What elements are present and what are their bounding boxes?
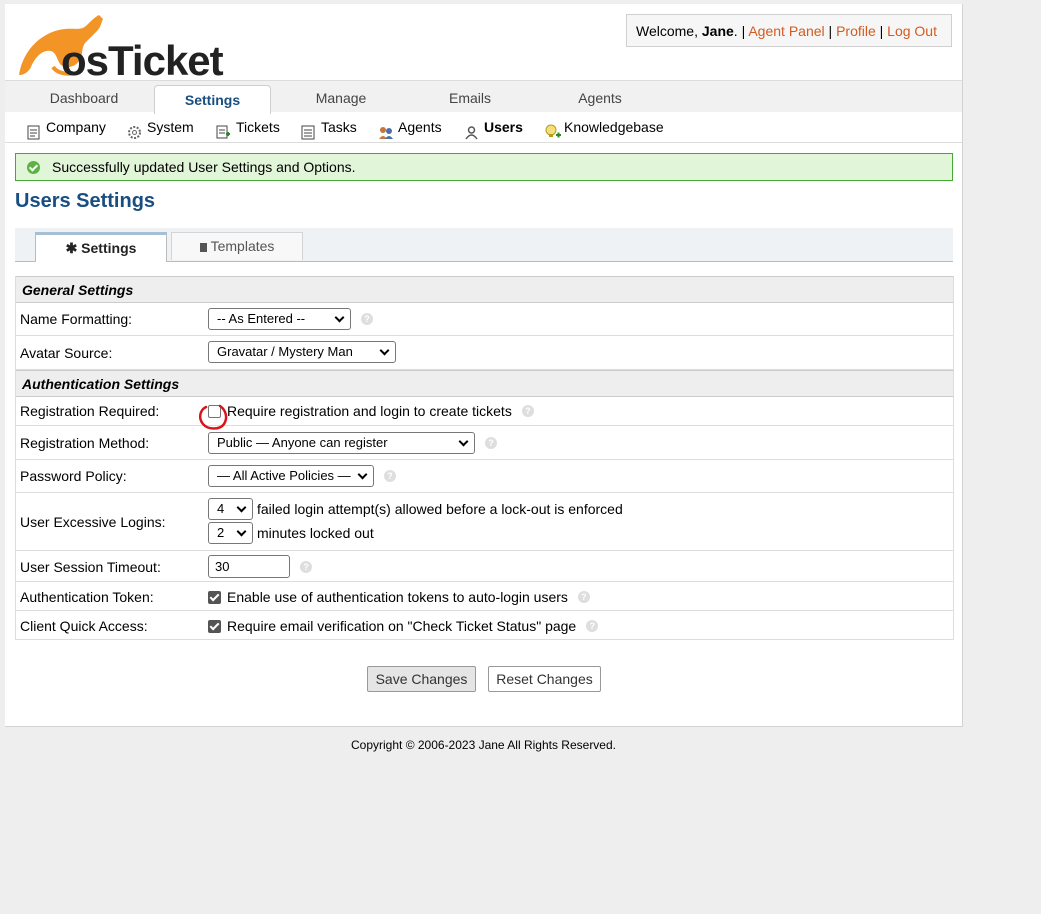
auth-token-checkbox[interactable]	[208, 590, 221, 604]
password-policy-select[interactable]: — All Active Policies —	[208, 465, 374, 487]
welcome-prefix: Welcome,	[636, 23, 698, 39]
row-registration-method: Registration Method: Public — Anyone can…	[15, 426, 954, 460]
help-icon[interactable]: ?	[361, 313, 373, 325]
row-auth-token: Authentication Token: Enable use of auth…	[15, 582, 954, 611]
registration-method-label: Registration Method:	[20, 435, 150, 451]
gear-icon	[127, 120, 142, 139]
row-avatar-source: Avatar Source: Gravatar / Mystery Man	[15, 336, 954, 370]
row-password-policy: Password Policy: — All Active Policies —…	[15, 460, 954, 493]
row-session-timeout: User Session Timeout: 30 ?	[15, 551, 954, 582]
section-auth-title: Authentication Settings	[22, 376, 180, 392]
knowledgebase-icon	[544, 120, 561, 137]
success-check-icon	[27, 161, 40, 174]
section-general-settings: General Settings	[15, 276, 954, 303]
help-icon[interactable]: ?	[586, 620, 599, 632]
subnav-users-label: Users	[484, 119, 523, 135]
name-formatting-select[interactable]: -- As Entered --	[208, 308, 351, 330]
profile-link[interactable]: Profile	[836, 23, 876, 39]
tab-user-settings[interactable]: ✱ Settings	[35, 232, 167, 262]
agents-icon	[378, 120, 393, 139]
subnav-company-label: Company	[46, 119, 106, 135]
client-quick-access-checkbox[interactable]	[208, 619, 221, 633]
help-icon[interactable]: ?	[384, 470, 396, 482]
subnav-tasks[interactable]: Tasks	[301, 112, 357, 142]
auth-token-text: Enable use of authentication tokens to a…	[227, 589, 568, 605]
page-container: osTicket Welcome, Jane. | Agent Panel | …	[5, 4, 963, 727]
subnav-tasks-label: Tasks	[321, 119, 357, 135]
tab-settings[interactable]: Settings	[154, 85, 271, 114]
help-icon[interactable]: ?	[577, 591, 590, 603]
tab-templates-label: Templates	[210, 238, 275, 254]
separator: |	[879, 23, 884, 39]
subnav-system-label: System	[147, 119, 194, 135]
settings-tabbar: ✱ Settings Templates	[15, 228, 953, 262]
tab-manage[interactable]: Manage	[291, 81, 391, 112]
subnav-knowledgebase-label: Knowledgebase	[564, 119, 664, 135]
osticket-logo[interactable]: osTicket	[13, 9, 224, 84]
help-icon[interactable]: ?	[485, 437, 497, 449]
success-message-text: Successfully updated User Settings and O…	[52, 159, 356, 175]
row-registration-required: Registration Required: Require registrat…	[15, 397, 954, 426]
success-message: Successfully updated User Settings and O…	[15, 153, 953, 181]
excessive-logins-label: User Excessive Logins:	[20, 514, 166, 530]
auth-token-label: Authentication Token:	[20, 589, 154, 605]
subnav-agents[interactable]: Agents	[378, 112, 442, 142]
row-excessive-logins: User Excessive Logins: 4 failed login at…	[15, 493, 954, 551]
help-icon[interactable]: ?	[521, 405, 534, 417]
name-formatting-label: Name Formatting:	[20, 311, 133, 327]
avatar-source-label: Avatar Source:	[20, 345, 113, 361]
tab-emails[interactable]: Emails	[420, 81, 520, 112]
main-nav: Dashboard Settings Manage Emails Agents	[5, 80, 962, 114]
session-timeout-label: User Session Timeout:	[20, 559, 161, 575]
subnav-system[interactable]: System	[127, 112, 194, 142]
separator: |	[741, 23, 746, 39]
tab-templates[interactable]: Templates	[171, 232, 303, 260]
registration-required-text: Require registration and login to create…	[227, 403, 512, 419]
help-icon[interactable]: ?	[300, 560, 312, 573]
welcome-user-name: Jane	[701, 23, 734, 39]
document-icon	[199, 243, 207, 252]
company-icon	[26, 120, 41, 139]
password-policy-label: Password Policy:	[20, 468, 127, 484]
tasks-icon	[301, 120, 316, 139]
welcome-suffix: .	[733, 23, 738, 39]
registration-required-label: Registration Required:	[20, 403, 160, 419]
users-icon	[464, 120, 479, 139]
row-name-formatting: Name Formatting: -- As Entered -- ?	[15, 303, 954, 336]
subnav-knowledgebase[interactable]: Knowledgebase	[544, 112, 664, 142]
section-general-title: General Settings	[22, 282, 134, 298]
logo-text: osTicket	[61, 37, 224, 84]
logout-link[interactable]: Log Out	[887, 23, 937, 39]
lockout-minutes-text: minutes locked out	[257, 525, 374, 541]
agent-panel-link[interactable]: Agent Panel	[748, 23, 824, 39]
ticket-icon	[216, 120, 231, 138]
tab-dashboard[interactable]: Dashboard	[29, 81, 139, 112]
subnav-company[interactable]: Company	[26, 112, 106, 142]
login-attempts-select[interactable]: 4	[208, 498, 253, 520]
sub-nav: Company System Tickets Tasks Agents User…	[5, 112, 962, 143]
tab-agents[interactable]: Agents	[550, 81, 650, 112]
row-client-quick-access: Client Quick Access: Require email verif…	[15, 611, 954, 640]
avatar-source-select[interactable]: Gravatar / Mystery Man	[208, 341, 396, 363]
section-authentication-settings: Authentication Settings	[15, 370, 954, 397]
registration-method-select[interactable]: Public — Anyone can register	[208, 432, 475, 454]
client-quick-access-label: Client Quick Access:	[20, 618, 148, 634]
user-welcome-box: Welcome, Jane. | Agent Panel | Profile |…	[626, 14, 952, 47]
client-quick-access-text: Require email verification on "Check Tic…	[227, 618, 577, 634]
page-title: Users Settings	[15, 190, 156, 212]
subnav-tickets[interactable]: Tickets	[216, 112, 280, 142]
footer-copyright: Copyright © 2006-2023 Jane All Rights Re…	[351, 738, 616, 752]
subnav-users[interactable]: Users	[464, 112, 523, 142]
reset-changes-button[interactable]: Reset Changes	[488, 666, 601, 692]
subnav-tickets-label: Tickets	[236, 119, 280, 135]
login-attempts-text: failed login attempt(s) allowed before a…	[257, 501, 623, 517]
separator: |	[828, 23, 833, 39]
annotation-circle	[198, 404, 228, 430]
lockout-minutes-select[interactable]: 2	[208, 522, 253, 544]
session-timeout-input[interactable]: 30	[208, 555, 290, 578]
save-changes-button[interactable]: Save Changes	[367, 666, 476, 692]
subnav-agents-label: Agents	[398, 119, 442, 135]
